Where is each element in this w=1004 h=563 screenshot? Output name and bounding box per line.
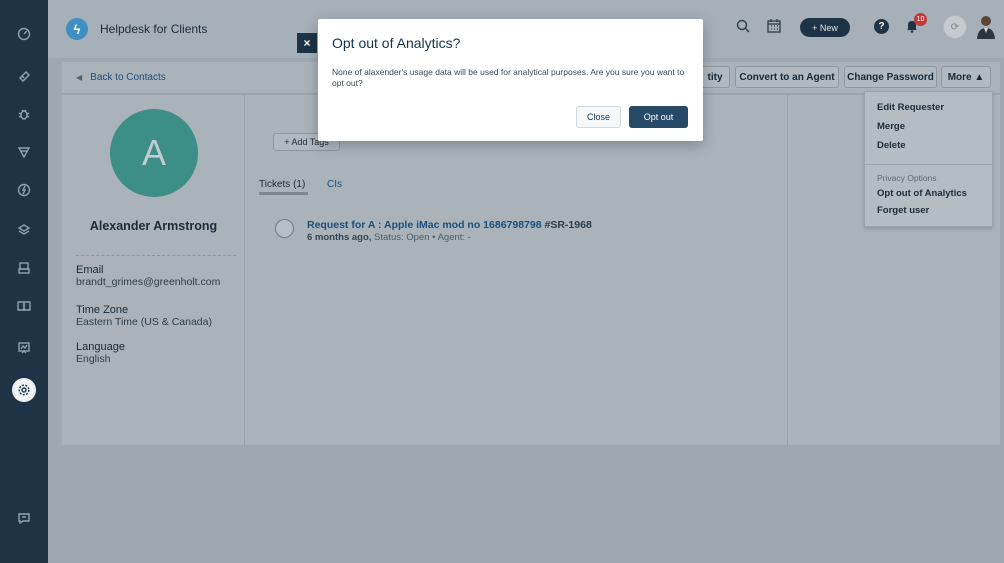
back-to-contacts-label: Back to Contacts bbox=[90, 72, 166, 83]
app-title: Helpdesk for Clients bbox=[100, 22, 208, 36]
new-button[interactable]: + New bbox=[800, 18, 850, 37]
close-button[interactable]: Close bbox=[576, 106, 621, 128]
email-field: Email brandt_grimes@greenholt.com bbox=[76, 264, 220, 288]
change-password-button[interactable]: Change Password bbox=[844, 66, 937, 88]
more-dropdown-menu: Edit Requester Merge Delete Privacy Opti… bbox=[864, 91, 994, 227]
menu-item-opt-out-analytics[interactable]: Opt out of Analytics bbox=[877, 188, 967, 199]
divider bbox=[76, 255, 236, 256]
opt-out-button[interactable]: Opt out bbox=[629, 106, 688, 128]
active-tab-indicator bbox=[259, 192, 308, 195]
admin-icon[interactable] bbox=[12, 378, 36, 402]
contact-profile-panel: A Alexander Armstrong Email brandt_grime… bbox=[62, 95, 245, 445]
ticket-meta: 6 months ago, Status: Open • Agent: - bbox=[307, 232, 471, 243]
notification-badge: 10 bbox=[914, 13, 927, 26]
more-button[interactable]: More ▲ bbox=[941, 66, 991, 88]
ticket-icon bbox=[275, 219, 294, 238]
tickets-panel: + Add Tags Tickets (1) CIs Request for A… bbox=[245, 95, 788, 445]
ticket-status: Status: Open • Agent: - bbox=[374, 232, 471, 243]
modal-close-icon[interactable]: × bbox=[297, 33, 317, 53]
menu-item-merge[interactable]: Merge bbox=[877, 121, 905, 132]
language-value: English bbox=[76, 353, 111, 365]
ticket-title: Request for A : Apple iMac mod no 168679… bbox=[307, 219, 542, 231]
problems-icon[interactable] bbox=[12, 102, 36, 126]
tab-cis[interactable]: CIs bbox=[327, 179, 342, 190]
reports-icon[interactable] bbox=[12, 336, 36, 360]
modal-title: Opt out of Analytics? bbox=[332, 35, 461, 51]
assets-icon[interactable] bbox=[12, 218, 36, 242]
changes-icon[interactable] bbox=[12, 140, 36, 164]
ticket-time: 6 months ago, bbox=[307, 232, 372, 243]
partial-action-button[interactable]: tity bbox=[700, 66, 730, 88]
back-to-contacts-link[interactable]: ◀ Back to Contacts bbox=[76, 72, 166, 83]
timezone-value: Eastern Time (US & Canada) bbox=[76, 316, 212, 328]
timezone-label: Time Zone bbox=[76, 304, 129, 316]
ticket-number: #SR-1968 bbox=[544, 219, 592, 231]
modal-body: None of alaxender's usage data will be u… bbox=[332, 67, 685, 88]
search-icon[interactable] bbox=[735, 18, 751, 34]
tab-tickets[interactable]: Tickets (1) bbox=[259, 179, 305, 190]
sidebar bbox=[0, 0, 48, 563]
menu-item-delete[interactable]: Delete bbox=[877, 140, 906, 151]
inventory-icon[interactable] bbox=[12, 256, 36, 280]
ticket-link[interactable]: Request for A : Apple iMac mod no 168679… bbox=[307, 219, 592, 231]
menu-divider bbox=[865, 164, 994, 165]
timezone-field: Time Zone Eastern Time (US & Canada) bbox=[76, 304, 212, 328]
menu-item-forget-user[interactable]: Forget user bbox=[877, 205, 929, 216]
calendar-icon[interactable] bbox=[766, 18, 782, 34]
help-icon[interactable]: ? bbox=[874, 19, 889, 34]
language-field: Language English bbox=[76, 341, 125, 365]
language-label: Language bbox=[76, 341, 125, 353]
opt-out-modal: Opt out of Analytics? None of alaxender'… bbox=[318, 19, 703, 141]
contact-name: Alexander Armstrong bbox=[89, 219, 218, 233]
convert-to-agent-button[interactable]: Convert to an Agent bbox=[735, 66, 839, 88]
tickets-icon[interactable] bbox=[12, 64, 36, 88]
loading-icon: ⟳ bbox=[943, 15, 967, 39]
back-arrow-icon: ◀ bbox=[76, 73, 83, 82]
user-avatar[interactable] bbox=[974, 13, 998, 39]
dashboard-icon[interactable] bbox=[12, 22, 36, 46]
brand-logo-icon: ϟ bbox=[66, 18, 88, 40]
solutions-icon[interactable] bbox=[12, 294, 36, 318]
menu-item-edit-requester[interactable]: Edit Requester bbox=[877, 102, 944, 113]
privacy-options-caption: Privacy Options bbox=[877, 173, 937, 183]
releases-icon[interactable] bbox=[12, 178, 36, 202]
email-label: Email bbox=[76, 264, 104, 276]
email-value: brandt_grimes@greenholt.com bbox=[76, 276, 221, 288]
contact-avatar: A bbox=[110, 109, 198, 197]
chat-icon[interactable] bbox=[12, 506, 36, 530]
